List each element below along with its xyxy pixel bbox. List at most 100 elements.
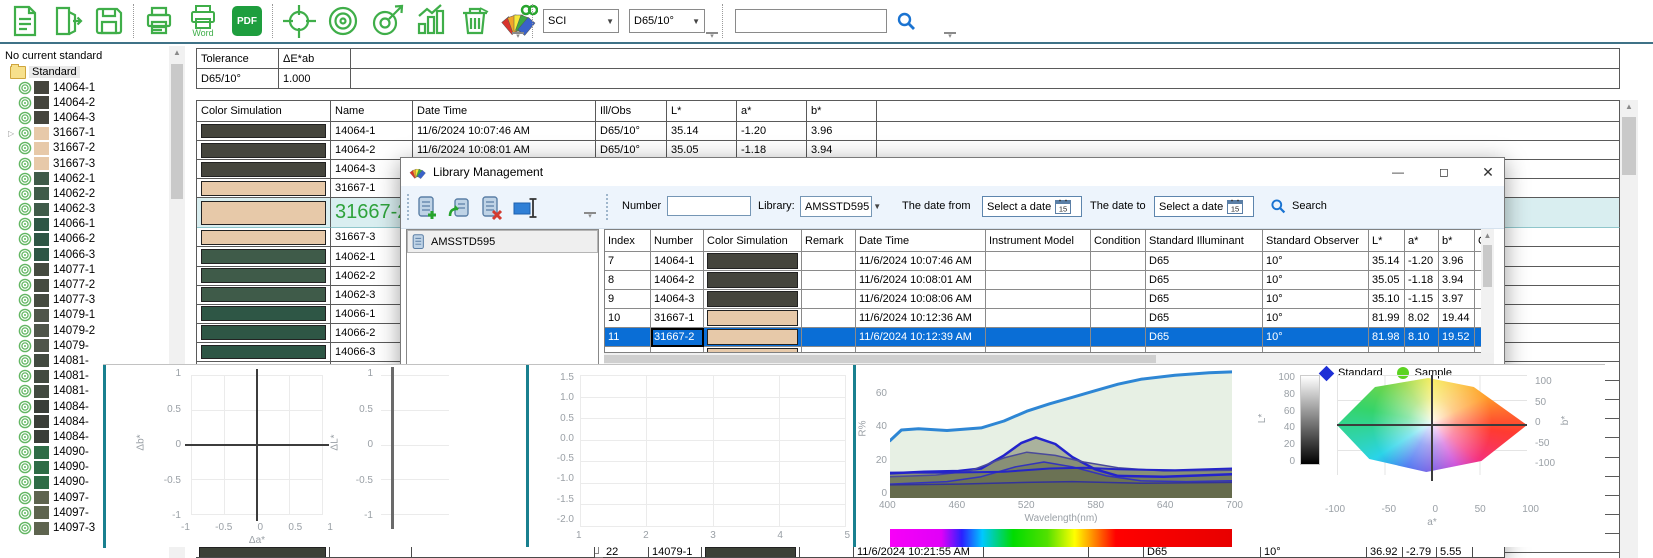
table-row[interactable]: 10 31667-1 11/6/2024 10:12:36 AM D65 10°…	[605, 309, 1481, 328]
table-row[interactable]: 8 14064-2 11/6/2024 10:08:01 AM D65 10° …	[605, 271, 1481, 290]
col-remark[interactable]: Remark	[802, 230, 856, 252]
scrollbar-thumb[interactable]	[171, 64, 183, 199]
col-a[interactable]: a*	[737, 101, 807, 122]
tree-item[interactable]: ▷ 14079-1	[0, 308, 169, 323]
col-color-simulation[interactable]: Color Simulation	[197, 101, 331, 122]
close-button[interactable]: ✕	[1471, 160, 1505, 184]
toolbar-overflow-icon[interactable]	[512, 32, 524, 40]
expander-icon[interactable]: ▷	[8, 129, 18, 138]
open-exit-button[interactable]	[46, 1, 88, 41]
date-to-picker[interactable]: Select a date 15	[1154, 196, 1254, 217]
tree-item[interactable]: ▷ 14064-1	[0, 80, 169, 95]
sci-sce-select[interactable]: SCI ▼	[543, 9, 619, 33]
tree-item[interactable]: ▷ 14066-3	[0, 247, 169, 262]
target-button[interactable]	[278, 1, 320, 41]
scroll-up-icon[interactable]: ▲	[1481, 229, 1494, 243]
tree-item[interactable]: ▷ 31667-3	[0, 156, 169, 171]
export-pdf-button[interactable]: PDF	[226, 1, 268, 41]
library-list-item[interactable]: AMSSTD595	[407, 230, 598, 253]
standard-node-icon	[18, 354, 32, 368]
save-button[interactable]	[88, 1, 130, 41]
color-swatch	[34, 400, 49, 413]
scroll-up-icon[interactable]: ▲	[169, 46, 185, 60]
dialog-table-scrollbar[interactable]: ▲	[1481, 229, 1494, 353]
scrollbar-thumb[interactable]	[1622, 117, 1636, 175]
tree-item[interactable]: ▷ 14062-1	[0, 171, 169, 186]
toolbar-overflow-icon[interactable]	[706, 32, 718, 40]
minimize-button[interactable]: —	[1381, 160, 1415, 184]
col-l[interactable]: L*	[667, 101, 737, 122]
tree-item[interactable]: ▷ 14064-2	[0, 95, 169, 110]
new-document-button[interactable]	[4, 1, 46, 41]
number-input[interactable]	[667, 196, 751, 216]
col-name[interactable]: Name	[331, 101, 413, 122]
row-illuminant: D65	[1146, 309, 1263, 328]
col-date-time[interactable]: Date Time	[856, 230, 986, 252]
tolerance-value[interactable]: 1.000	[279, 69, 351, 89]
col-condition[interactable]: Condition	[1091, 230, 1146, 252]
tree-item[interactable]: ▷ 14066-2	[0, 232, 169, 247]
col-color-simulation[interactable]: Color Simulation	[704, 230, 802, 252]
dialog-titlebar[interactable]: Library Management — ◻ ✕	[401, 158, 1504, 186]
date-from-picker[interactable]: Select a date 15	[982, 196, 1082, 217]
library-add-button[interactable]	[414, 194, 442, 222]
library-value: AMSSTD595	[805, 201, 869, 213]
sample-button[interactable]	[366, 1, 408, 41]
tree-item[interactable]: ▷ 14077-3	[0, 293, 169, 308]
tree-item[interactable]: ▷ 14062-2	[0, 186, 169, 201]
library-select[interactable]: AMSSTD595 ▼	[800, 196, 872, 217]
tree-item[interactable]: ▷ 14079-	[0, 338, 169, 353]
row-datetime: 11/6/2024 10:08:06 AM	[856, 290, 986, 309]
col-instrument-model[interactable]: Instrument Model	[986, 230, 1091, 252]
tree-item[interactable]: ▷ 14077-1	[0, 262, 169, 277]
search-button[interactable]	[896, 11, 916, 31]
col-l[interactable]: L*	[1369, 230, 1405, 252]
col-illobs[interactable]: Ill/Obs	[596, 101, 667, 122]
table-row[interactable]: 7 14064-1 11/6/2024 10:07:46 AM D65 10° …	[605, 252, 1481, 271]
delete-button[interactable]	[454, 1, 496, 41]
library-delete-button[interactable]	[478, 194, 506, 222]
library-row-22-sliver[interactable]: 22 14079-1 11/6/2024 10:21:55 AM D65 10°…	[603, 547, 1505, 558]
scroll-up-icon[interactable]: ▲	[1620, 100, 1638, 114]
illuminant-observer-select[interactable]: D65/10° ▼	[629, 9, 705, 33]
table-row[interactable]: 11 31667-2 11/6/2024 10:12:39 AM D65 10°…	[605, 328, 1481, 347]
tolerance-illobs[interactable]: D65/10°	[197, 69, 279, 89]
library-import-button[interactable]	[446, 194, 474, 222]
tree-item[interactable]: ▷ 14077-2	[0, 277, 169, 292]
tree-item[interactable]: ▷ 31667-1	[0, 126, 169, 141]
toolbar-overflow-icon[interactable]	[944, 32, 956, 40]
deab-header[interactable]: ΔE*ab	[279, 49, 351, 69]
col-b[interactable]: b*	[807, 101, 877, 122]
tree-item[interactable]: ▷ 14064-3	[0, 110, 169, 125]
row-instrument	[986, 309, 1091, 328]
toolstrip-overflow-icon[interactable]	[584, 212, 596, 220]
print-button[interactable]	[138, 1, 180, 41]
search-input[interactable]	[735, 9, 887, 33]
col-number[interactable]: Number	[651, 230, 704, 252]
standard-button[interactable]	[322, 1, 364, 41]
col-standard-observer[interactable]: Standard Observer	[1263, 230, 1369, 252]
col-a[interactable]: a*	[1405, 230, 1439, 252]
tree-root-standard[interactable]: Standard	[0, 64, 169, 80]
tree-item[interactable]: ▷ 14079-2	[0, 323, 169, 338]
tree-item[interactable]: ▷ 14066-1	[0, 217, 169, 232]
col-date-time[interactable]: Date Time	[413, 101, 596, 122]
statistics-button[interactable]	[410, 1, 452, 41]
main-scrollbar[interactable]: ▲	[1620, 100, 1638, 558]
maximize-button[interactable]: ◻	[1427, 160, 1461, 184]
tolerance-header[interactable]: Tolerance	[197, 49, 279, 69]
col-index[interactable]: Index	[605, 230, 651, 252]
col-b[interactable]: b*	[1439, 230, 1475, 252]
app-window: Word PDF	[0, 0, 1653, 558]
table-row[interactable]: 14064-1 11/6/2024 10:07:46 AM D65/10° 35…	[197, 122, 1620, 141]
scrollbar-thumb[interactable]	[1483, 245, 1492, 287]
lightness-axis-label: L*	[1257, 414, 1268, 423]
dialog-search-button[interactable]: Search	[1270, 198, 1327, 214]
scrollbar-thumb[interactable]	[604, 355, 1156, 363]
col-standard-illuminant[interactable]: Standard Illuminant	[1146, 230, 1263, 252]
table-row[interactable]: 9 14064-3 11/6/2024 10:08:06 AM D65 10° …	[605, 290, 1481, 309]
tree-item[interactable]: ▷ 31667-2	[0, 141, 169, 156]
tree-item[interactable]: ▷ 14062-3	[0, 202, 169, 217]
library-rename-button[interactable]	[512, 194, 540, 222]
export-word-button[interactable]: Word	[182, 1, 224, 41]
